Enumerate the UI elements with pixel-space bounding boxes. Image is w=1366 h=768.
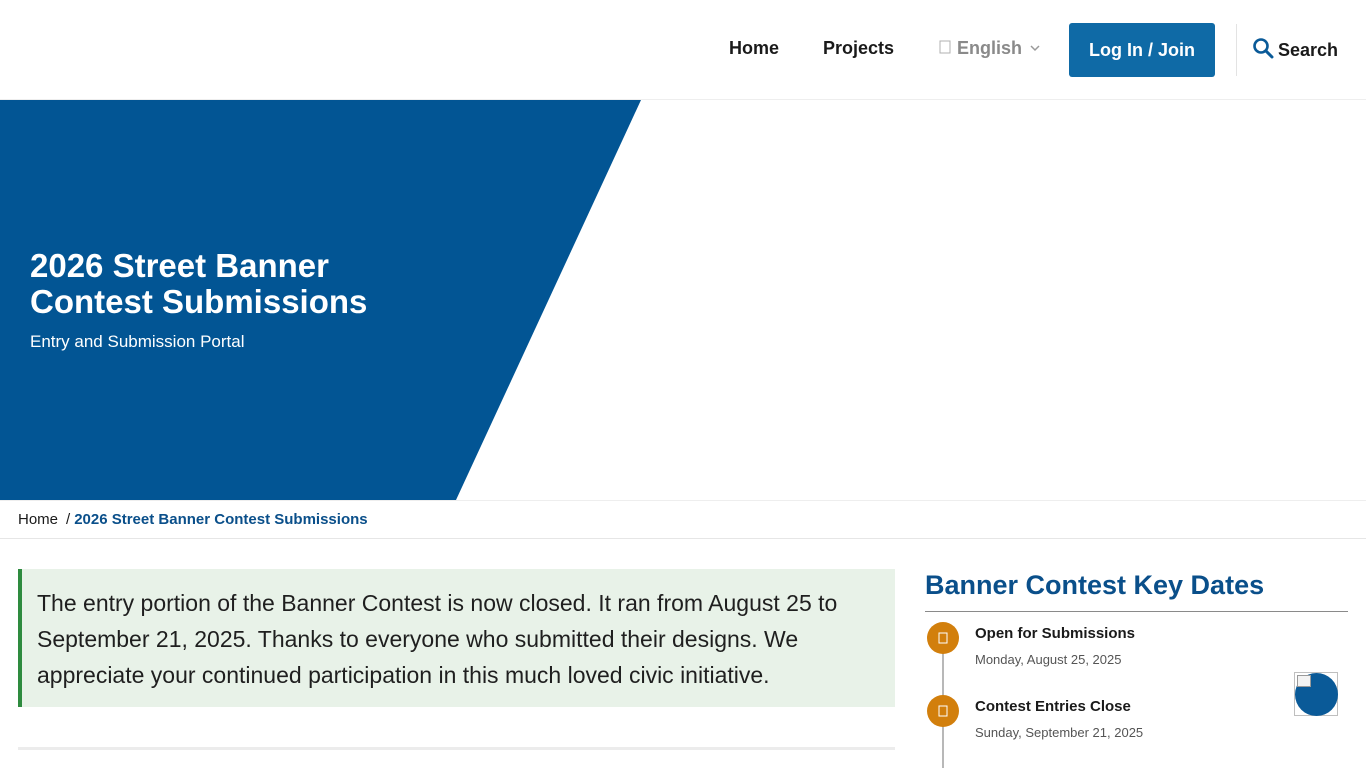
key-date-date: Sunday, September 21, 2025 (975, 725, 1144, 740)
search-label: Search (1278, 40, 1339, 60)
key-dates-rule (925, 611, 1348, 612)
notice-text: The entry portion of the Banner Contest … (37, 590, 838, 688)
language-label: English (957, 38, 1023, 58)
globe-icon (939, 40, 951, 57)
language-selector[interactable]: English (939, 38, 1040, 59)
floating-widget-button[interactable] (1294, 672, 1338, 716)
breadcrumb: Home / 2026 Street Banner Contest Submis… (0, 500, 1366, 539)
nav-projects-link[interactable]: Projects (823, 38, 894, 59)
site-header: Home Projects English Log In / Join Sear… (0, 0, 1366, 100)
search-icon (1252, 37, 1274, 64)
contest-closed-notice: The entry portion of the Banner Contest … (18, 569, 895, 707)
calendar-icon (927, 622, 959, 654)
breadcrumb-current: 2026 Street Banner Contest Submissions (74, 511, 368, 528)
chevron-down-icon (1030, 43, 1040, 55)
key-dates-title: Banner Contest Key Dates (925, 570, 1265, 600)
key-date-title: Contest Entries Close (975, 698, 1131, 715)
key-date-title: Open for Submissions (975, 625, 1136, 642)
key-date-date: Monday, August 25, 2025 (975, 652, 1122, 667)
nav-home-link[interactable]: Home (729, 38, 779, 59)
page-subtitle: Entry and Submission Portal (30, 332, 245, 351)
hero-banner: 2026 Street Banner Contest Submissions E… (0, 100, 1366, 500)
login-join-button[interactable]: Log In / Join (1069, 23, 1215, 77)
calendar-icon (927, 695, 959, 727)
header-divider (1236, 24, 1237, 76)
page-title: 2026 Street Banner Contest Submissions (30, 247, 368, 320)
breadcrumb-separator: / (66, 511, 71, 528)
search-button[interactable]: Search (1252, 37, 1338, 64)
broken-image-icon (1297, 675, 1311, 687)
content-divider (18, 747, 895, 750)
breadcrumb-home-link[interactable]: Home (18, 511, 58, 528)
